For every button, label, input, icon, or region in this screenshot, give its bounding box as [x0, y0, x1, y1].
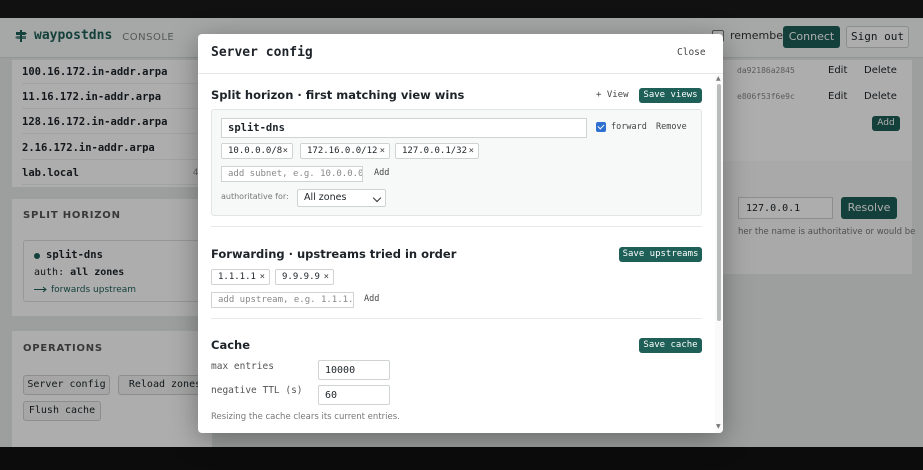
remove-chip-icon[interactable]: × [380, 144, 385, 158]
add-subnet-input[interactable]: add subnet, e.g. 10.0.0.0 [221, 166, 363, 182]
upstream-chip: 1.1.1.1 × [211, 269, 270, 285]
upstream-chip-label: 9.9.9.9 [282, 272, 320, 282]
modal-scrollbar[interactable]: ▲ ▼ [715, 75, 723, 433]
cache-title: Cache [211, 338, 251, 352]
forward-checkbox[interactable] [596, 122, 606, 132]
max-entries-label: max entries [211, 361, 274, 372]
bottom-status-bar [0, 447, 923, 470]
add-upstream-input[interactable]: add upstream, e.g. 1.1.1. [211, 292, 354, 308]
cache-note: Resizing the cache clears its current en… [211, 412, 400, 422]
remove-chip-icon[interactable]: × [324, 270, 329, 284]
save-upstreams-button[interactable]: Save upstreams [619, 247, 702, 262]
chevron-down-icon [372, 193, 382, 203]
scrollbar-thumb[interactable] [717, 84, 721, 321]
negative-ttl-input[interactable]: 60 [318, 385, 390, 405]
view-name-input[interactable]: split-dns [221, 118, 587, 138]
subnet-chip-label: 172.16.0.0/12 [307, 146, 378, 156]
scroll-down-icon[interactable]: ▼ [716, 423, 721, 430]
modal-header: Server config Close [198, 34, 723, 74]
remove-chip-icon[interactable]: × [283, 144, 288, 158]
add-upstream-button[interactable]: Add [364, 294, 379, 304]
subnet-chip-label: 10.0.0.0/8 [228, 146, 283, 156]
modal-body: Split horizon · first matching view wins… [198, 75, 715, 433]
split-horizon-title: Split horizon · first matching view wins [211, 88, 465, 102]
add-view-button[interactable]: + View [596, 90, 629, 100]
save-views-button[interactable]: Save views [639, 88, 702, 103]
authoritative-label: authoritative for: [221, 192, 289, 201]
view-editor: split-dns forward Remove 10.0.0.0/8 × 172… [211, 109, 702, 216]
remove-chip-icon[interactable]: × [469, 144, 474, 158]
server-config-modal: Server config Close Split horizon · firs… [198, 34, 723, 433]
divider [211, 318, 702, 319]
divider [211, 226, 702, 227]
remove-view-button[interactable]: Remove [656, 122, 687, 132]
scroll-up-icon[interactable]: ▲ [716, 75, 721, 82]
modal-title: Server config [211, 45, 313, 60]
upstream-chip-label: 1.1.1.1 [218, 272, 256, 282]
subnet-chip: 10.0.0.0/8 × [221, 143, 293, 159]
forwarding-title: Forwarding · upstreams tried in order [211, 247, 457, 261]
forward-label: forward [611, 122, 647, 132]
close-button[interactable]: Close [677, 47, 706, 58]
subnet-chip-label: 127.0.0.1/32 [402, 146, 468, 156]
authoritative-select-value: All zones [304, 192, 347, 203]
max-entries-input[interactable]: 10000 [318, 360, 390, 380]
save-cache-button[interactable]: Save cache [639, 338, 702, 353]
negative-ttl-label: negative TTL (s) [211, 385, 303, 396]
add-subnet-button[interactable]: Add [374, 168, 389, 178]
subnet-chip: 127.0.0.1/32 × [395, 143, 479, 159]
subnet-chip: 172.16.0.0/12 × [300, 143, 390, 159]
upstream-chip: 9.9.9.9 × [275, 269, 334, 285]
authoritative-select[interactable]: All zones [297, 189, 386, 207]
remove-chip-icon[interactable]: × [260, 270, 265, 284]
